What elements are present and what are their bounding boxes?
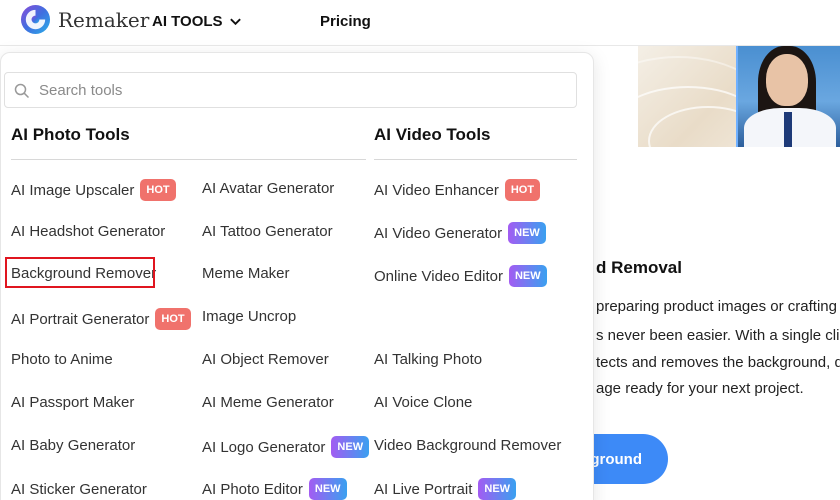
tool-label: AI Headshot Generator bbox=[11, 222, 166, 240]
tool-ai-image-upscaler[interactable]: AI Image Upscaler HOT bbox=[11, 178, 176, 202]
tool-ai-baby-generator[interactable]: AI Baby Generator bbox=[11, 433, 135, 457]
brand-name[interactable]: Remaker bbox=[58, 8, 149, 32]
search-input[interactable] bbox=[39, 73, 569, 107]
tool-label: AI Meme Generator bbox=[202, 393, 334, 411]
tool-label: Image Uncrop bbox=[202, 307, 297, 325]
video-tools-title: AI Video Tools bbox=[374, 125, 491, 144]
new-badge: NEW bbox=[478, 478, 517, 500]
top-nav: Remaker AI TOOLS Pricing bbox=[0, 0, 840, 46]
search-icon bbox=[14, 83, 30, 99]
tool-image-uncrop[interactable]: Image Uncrop bbox=[202, 304, 296, 328]
tool-label: AI Sticker Generator bbox=[11, 480, 147, 498]
tool-label: Meme Maker bbox=[202, 264, 290, 282]
pricing-link[interactable]: Pricing bbox=[320, 13, 371, 30]
tool-ai-portrait-generator[interactable]: AI Portrait Generator HOT bbox=[11, 307, 191, 331]
tool-ai-photo-editor[interactable]: AI Photo Editor NEW bbox=[202, 477, 347, 500]
remaker-logo-icon[interactable] bbox=[20, 4, 51, 35]
tool-ai-passport-maker[interactable]: AI Passport Maker bbox=[11, 390, 134, 414]
tool-ai-video-generator[interactable]: AI Video Generator NEW bbox=[374, 221, 546, 245]
photo-tools-title: AI Photo Tools bbox=[11, 125, 130, 144]
tool-label: AI Logo Generator bbox=[202, 438, 326, 456]
tool-label: AI Talking Photo bbox=[374, 350, 483, 368]
tool-ai-sticker-generator[interactable]: AI Sticker Generator bbox=[11, 477, 147, 500]
portrait-image bbox=[736, 46, 840, 147]
photo-tools-divider bbox=[11, 159, 366, 160]
tool-label: AI Tattoo Generator bbox=[202, 222, 333, 240]
search-box[interactable] bbox=[4, 72, 577, 108]
tool-ai-talking-photo[interactable]: AI Talking Photo bbox=[374, 347, 482, 371]
page-section-heading: d Removal bbox=[596, 258, 682, 277]
tool-ai-tattoo-generator[interactable]: AI Tattoo Generator bbox=[202, 219, 333, 243]
tool-label: AI Video Generator bbox=[374, 224, 503, 242]
new-badge: NEW bbox=[308, 478, 347, 500]
page-description-line: age ready for your next project. bbox=[596, 380, 804, 397]
tool-ai-video-enhancer[interactable]: AI Video Enhancer HOT bbox=[374, 178, 541, 202]
new-badge: NEW bbox=[508, 265, 547, 287]
tool-label: AI Baby Generator bbox=[11, 436, 136, 454]
new-badge: NEW bbox=[331, 436, 370, 458]
tool-ai-voice-clone[interactable]: AI Voice Clone bbox=[374, 390, 472, 414]
tool-label: AI Video Enhancer bbox=[374, 181, 499, 199]
hot-badge: HOT bbox=[140, 179, 176, 201]
tool-photo-to-anime[interactable]: Photo to Anime bbox=[11, 347, 113, 371]
tool-label: AI Passport Maker bbox=[11, 393, 135, 411]
hot-badge: HOT bbox=[155, 308, 191, 330]
ai-tools-dropdown: AI Photo Tools AI Video Tools AI Image U… bbox=[0, 52, 594, 500]
page-description-line: tects and removes the background, de bbox=[596, 354, 840, 371]
tool-ai-object-remover[interactable]: AI Object Remover bbox=[202, 347, 329, 371]
ai-tools-label: AI TOOLS bbox=[152, 13, 223, 30]
tool-label: Video Background Remover bbox=[374, 436, 562, 454]
page-description-line: preparing product images or crafting a bbox=[596, 298, 840, 315]
tool-label: AI Image Upscaler bbox=[11, 181, 135, 199]
ai-tools-menu[interactable]: AI TOOLS bbox=[152, 13, 242, 30]
chevron-down-icon bbox=[229, 18, 241, 26]
tool-ai-live-portrait[interactable]: AI Live Portrait NEW bbox=[374, 477, 517, 500]
new-badge: NEW bbox=[508, 222, 546, 244]
tool-meme-maker[interactable]: Meme Maker bbox=[202, 261, 290, 285]
tool-label: AI Photo Editor bbox=[202, 480, 303, 498]
tool-ai-headshot-generator[interactable]: AI Headshot Generator bbox=[11, 219, 165, 243]
page-description-line: s never been easier. With a single click bbox=[596, 327, 840, 344]
tool-ai-avatar-generator[interactable]: AI Avatar Generator bbox=[202, 176, 334, 200]
tool-video-background-remover[interactable]: Video Background Remover bbox=[374, 433, 561, 457]
tool-label: Photo to Anime bbox=[11, 350, 113, 368]
hot-badge: HOT bbox=[504, 179, 541, 201]
tool-label: AI Object Remover bbox=[202, 350, 329, 368]
tool-ai-logo-generator[interactable]: AI Logo Generator NEW bbox=[202, 435, 370, 459]
tool-online-video-editor[interactable]: Online Video Editor NEW bbox=[374, 264, 547, 288]
video-tools-divider bbox=[374, 159, 577, 160]
tool-label: AI Portrait Generator bbox=[11, 310, 150, 328]
background-remover-highlight bbox=[5, 257, 155, 288]
tool-ai-meme-generator[interactable]: AI Meme Generator bbox=[202, 390, 334, 414]
tool-label: AI Voice Clone bbox=[374, 393, 473, 411]
tool-label: AI Live Portrait bbox=[374, 480, 473, 498]
tool-label: AI Avatar Generator bbox=[202, 179, 335, 197]
tool-label: Online Video Editor bbox=[374, 267, 503, 285]
